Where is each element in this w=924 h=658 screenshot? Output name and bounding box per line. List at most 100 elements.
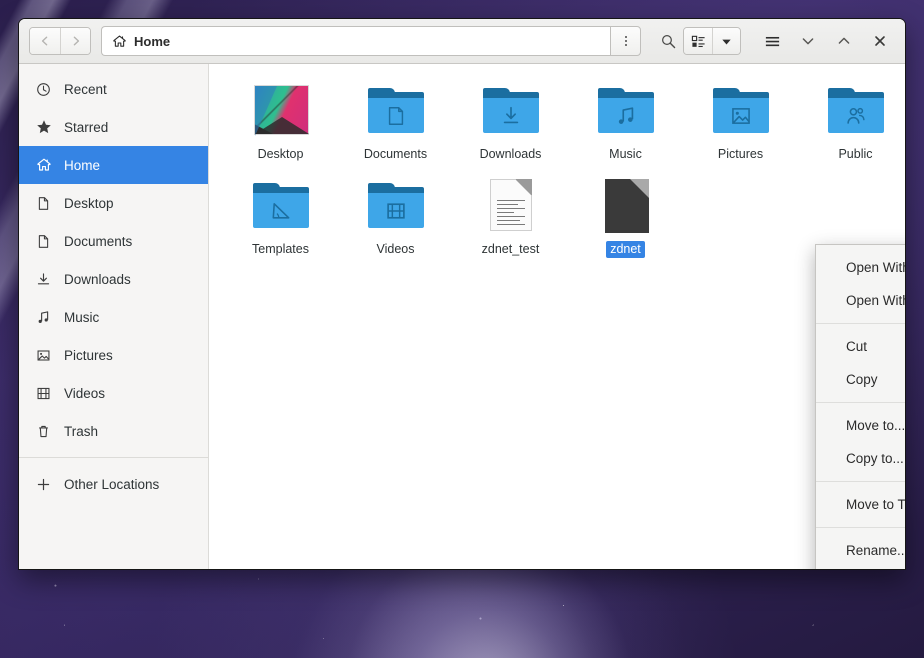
menu-item-open-with-decrypt-file[interactable]: Open With Decrypt File Return: [816, 251, 905, 284]
file-label: Pictures: [717, 147, 764, 161]
document-icon: [35, 233, 52, 250]
window-controls: [757, 26, 895, 56]
vertical-dots-icon: [624, 36, 627, 46]
file-item-documents[interactable]: Documents: [338, 76, 453, 171]
plus-icon: [35, 476, 52, 493]
menu-item-copy-to[interactable]: Copy to...: [816, 442, 905, 475]
file-item-public[interactable]: Public: [798, 76, 905, 171]
menu-item-label: Copy to...: [846, 451, 904, 466]
document-icon: [35, 195, 52, 212]
window-body: Recent Starred Home Desktop Documents Do…: [19, 64, 905, 569]
file-label: zdnet_test: [481, 242, 540, 256]
view-mode-group: [683, 27, 741, 55]
sidebar-item-pictures[interactable]: Pictures: [19, 336, 208, 374]
sidebar-item-documents[interactable]: Documents: [19, 222, 208, 260]
download-glyph-icon: [483, 98, 539, 133]
file-item-zdnet-test[interactable]: zdnet_test: [453, 171, 568, 266]
file-label: Videos: [376, 242, 415, 256]
file-label: Documents: [363, 147, 428, 161]
path-options-button[interactable]: [610, 26, 641, 56]
sidebar-item-videos[interactable]: Videos: [19, 374, 208, 412]
sidebar-item-other-locations[interactable]: Other Locations: [19, 465, 208, 503]
file-label: Public: [838, 147, 873, 161]
file-item-music[interactable]: Music: [568, 76, 683, 171]
file-item-videos[interactable]: Videos: [338, 171, 453, 266]
sidebar-item-home[interactable]: Home: [19, 146, 208, 184]
file-list-area[interactable]: Desktop Documents Downloads Music Pictur…: [209, 64, 905, 569]
forward-button[interactable]: [60, 28, 90, 54]
home-icon: [35, 157, 52, 174]
breadcrumb-path-bar[interactable]: Home: [101, 26, 610, 56]
menu-item-copy[interactable]: Copy Ctrl+C: [816, 363, 905, 396]
sidebar-item-music[interactable]: Music: [19, 298, 208, 336]
sidebar-label: Starred: [64, 119, 109, 135]
menu-item-label: Open With Other Application: [846, 293, 905, 308]
menu-separator: [816, 323, 905, 324]
view-options-dropdown-button[interactable]: [712, 28, 740, 54]
music-glyph-icon: [598, 98, 654, 133]
menu-item-move-to[interactable]: Move to...: [816, 409, 905, 442]
menu-item-label: Cut: [846, 339, 868, 354]
menu-item-label: Move to...: [846, 418, 905, 433]
view-list-button[interactable]: [684, 28, 712, 54]
menu-item-move-to-trash[interactable]: Move to Trash Delete: [816, 488, 905, 521]
file-label: Templates: [252, 242, 309, 256]
sidebar-label: Documents: [64, 233, 133, 249]
icon-grid: Desktop Documents Downloads Music Pictur…: [223, 76, 899, 266]
file-item-zdnet[interactable]: zdnet: [568, 171, 683, 266]
sidebar-label: Trash: [64, 423, 99, 439]
menu-item-label: Rename...: [846, 543, 905, 558]
folder-icon: [711, 80, 771, 140]
sidebar-divider: [19, 457, 208, 458]
back-button[interactable]: [30, 28, 60, 54]
image-icon: [35, 347, 52, 364]
menu-item-label: Move to Trash: [846, 497, 905, 512]
file-label: zdnet: [606, 241, 645, 258]
menu-item-label: Open With Decrypt File: [846, 260, 905, 275]
film-icon: [35, 385, 52, 402]
sidebar-label: Desktop: [64, 195, 114, 211]
menu-separator: [816, 481, 905, 482]
folder-icon: [366, 80, 426, 140]
image-glyph-icon: [713, 98, 769, 133]
sidebar-label: Pictures: [64, 347, 113, 363]
maximize-button[interactable]: [829, 26, 859, 56]
file-manager-window: Home Recent Starred Home Desktop Documen…: [18, 18, 906, 570]
sidebar-item-downloads[interactable]: Downloads: [19, 260, 208, 298]
clock-icon: [35, 81, 52, 98]
sidebar-item-desktop[interactable]: Desktop: [19, 184, 208, 222]
file-item-desktop[interactable]: Desktop: [223, 76, 338, 171]
home-icon: [112, 34, 127, 49]
minimize-button[interactable]: [793, 26, 823, 56]
trash-icon: [35, 423, 52, 440]
search-button[interactable]: [653, 26, 683, 56]
menu-separator: [816, 402, 905, 403]
close-button[interactable]: [865, 26, 895, 56]
breadcrumb-label-home: Home: [134, 33, 171, 49]
folder-icon: [481, 80, 541, 140]
sidebar-label: Home: [64, 157, 101, 173]
context-menu[interactable]: Open With Decrypt File Return Open With …: [815, 244, 905, 569]
sidebar-item-starred[interactable]: Starred: [19, 108, 208, 146]
main-menu-button[interactable]: [757, 26, 787, 56]
sidebar: Recent Starred Home Desktop Documents Do…: [19, 64, 209, 569]
sidebar-label: Music: [64, 309, 100, 325]
menu-item-rename[interactable]: Rename... F2: [816, 534, 905, 567]
menu-item-label: Copy: [846, 372, 878, 387]
sidebar-item-recent[interactable]: Recent: [19, 70, 208, 108]
folder-icon: [826, 80, 886, 140]
file-item-templates[interactable]: Templates: [223, 171, 338, 266]
menu-item-open-with-other-application[interactable]: Open With Other Application: [816, 284, 905, 317]
menu-separator: [816, 527, 905, 528]
ruler-glyph-icon: [253, 193, 309, 228]
sidebar-label: Downloads: [64, 271, 131, 287]
star-icon: [35, 119, 52, 136]
file-item-downloads[interactable]: Downloads: [453, 76, 568, 171]
file-label: Downloads: [479, 147, 542, 161]
film-glyph-icon: [368, 193, 424, 228]
sidebar-item-trash[interactable]: Trash: [19, 412, 208, 450]
menu-item-cut[interactable]: Cut Ctrl+X: [816, 330, 905, 363]
folder-icon: [366, 175, 426, 235]
file-item-pictures[interactable]: Pictures: [683, 76, 798, 171]
sidebar-label: Videos: [64, 385, 106, 401]
